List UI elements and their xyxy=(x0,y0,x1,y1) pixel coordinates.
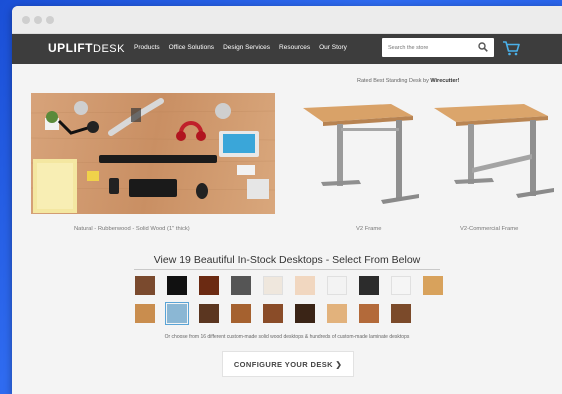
desktop-swatch[interactable] xyxy=(295,276,315,295)
search-box xyxy=(382,38,494,57)
nav-item-office-solutions[interactable]: Office Solutions xyxy=(169,44,214,51)
search-input[interactable] xyxy=(382,39,472,56)
desk-items-illustration xyxy=(30,98,276,213)
logo-primary: UPLIFT xyxy=(48,41,93,55)
desktop-swatch[interactable] xyxy=(263,304,283,323)
desktop-swatch[interactable] xyxy=(391,304,411,323)
window-close-dot[interactable] xyxy=(22,16,30,24)
desktop-swatch[interactable] xyxy=(165,302,189,325)
window-maximize-dot[interactable] xyxy=(46,16,54,24)
desktops-headline: View 19 Beautiful In-Stock Desktops - Se… xyxy=(153,254,421,266)
desktop-swatch[interactable] xyxy=(135,304,155,323)
search-icon[interactable] xyxy=(478,42,488,52)
nav-item-products[interactable]: Products xyxy=(134,44,160,51)
uplift-logo[interactable]: UPLIFTDESK xyxy=(48,41,125,55)
v2-commercial-frame-caption: V2-Commercial Frame xyxy=(460,226,519,232)
desktop-swatch[interactable] xyxy=(295,304,315,323)
desktop-swatch[interactable] xyxy=(423,276,443,295)
nav-item-our-story[interactable]: Our Story xyxy=(319,44,347,51)
desktop-swatch[interactable] xyxy=(359,304,379,323)
desktop-swatch[interactable] xyxy=(359,276,379,295)
desktop-swatch[interactable] xyxy=(231,276,251,295)
title-bar xyxy=(12,6,562,34)
nav-item-resources[interactable]: Resources xyxy=(279,44,310,51)
v2-commercial-frame-desk-image[interactable] xyxy=(432,98,554,216)
desktop-photo[interactable] xyxy=(30,93,276,214)
desktops-subtext: Or choose from 16 different custom-made … xyxy=(164,334,410,340)
desktop-swatch[interactable] xyxy=(391,276,411,295)
desktop-swatch[interactable] xyxy=(199,304,219,323)
browser-window: UPLIFTDESK Products Office Solutions Des… xyxy=(12,6,562,394)
rated-text: Rated Best Standing Desk by Wirecutter! xyxy=(357,78,459,84)
rated-source: Wirecutter! xyxy=(430,78,460,84)
desktop-swatch[interactable] xyxy=(327,304,347,323)
window-minimize-dot[interactable] xyxy=(34,16,42,24)
desktop-swatch[interactable] xyxy=(327,276,347,295)
desktop-swatch[interactable] xyxy=(167,276,187,295)
headline-divider xyxy=(134,269,440,270)
desktop-swatch[interactable] xyxy=(199,276,219,295)
photo-caption: Natural - Rubberwood - Solid Wood (1" th… xyxy=(74,226,190,232)
configure-your-desk-button[interactable]: CONFIGURE YOUR DESK ❯ xyxy=(222,351,354,377)
desktop-swatch[interactable] xyxy=(263,276,283,295)
site-navbar: UPLIFTDESK Products Office Solutions Des… xyxy=(12,34,562,64)
desktop-swatch[interactable] xyxy=(135,276,155,295)
desktop-swatch[interactable] xyxy=(231,304,251,323)
nav-menu: Products Office Solutions Design Service… xyxy=(134,44,347,51)
rated-prefix: Rated Best Standing Desk by xyxy=(357,78,429,84)
nav-item-design-services[interactable]: Design Services xyxy=(223,44,270,51)
v2-frame-caption: V2 Frame xyxy=(356,226,382,232)
v2-frame-desk-image[interactable] xyxy=(301,98,419,216)
cart-icon[interactable] xyxy=(502,40,520,56)
logo-secondary: DESK xyxy=(93,43,125,55)
